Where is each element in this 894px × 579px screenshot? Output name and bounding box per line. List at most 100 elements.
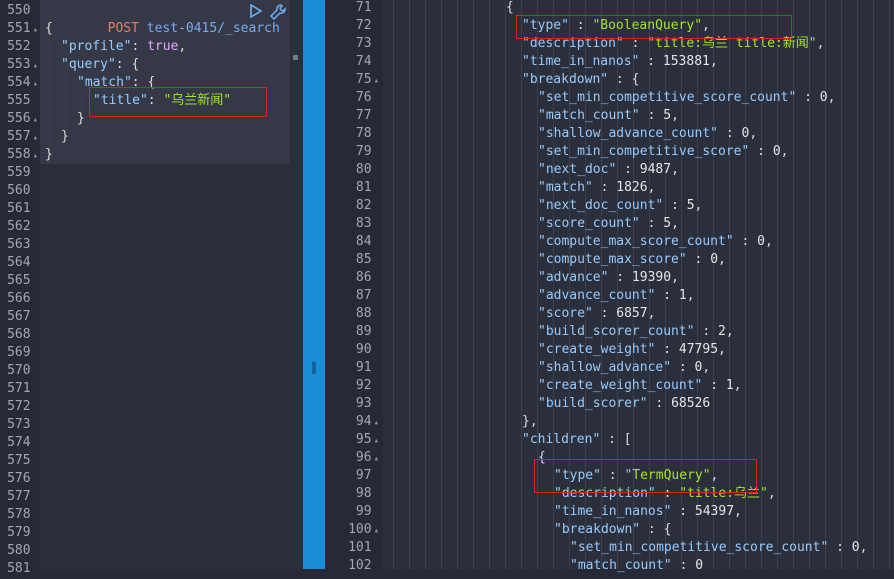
console-editor: 550 551 ▴ 552 553 ▴ 554 ▴ 555 556 ▴ 557 ▴ 558 ▴ 559 … xyxy=(0,0,894,576)
fold-toggle-icon[interactable]: ▴ xyxy=(33,133,38,143)
fold-toggle-icon[interactable]: ▴ xyxy=(33,25,38,35)
breakdown-entry: "compute_max_score" : 0, xyxy=(538,252,726,267)
fold-toggle-icon[interactable]: ▴ xyxy=(33,151,38,161)
child-breakdown-entry: "set_min_competitive_score_count" : 0, xyxy=(570,540,868,555)
request-code-area[interactable]: POST test-0415/_search { "profile": true… xyxy=(40,0,303,569)
fold-toggle-icon[interactable]: ▴ xyxy=(374,76,379,86)
wrench-icon[interactable] xyxy=(269,3,287,25)
line-number: 575 xyxy=(0,452,38,470)
fold-toggle-icon xyxy=(374,382,379,392)
fold-toggle-icon[interactable]: ▴ xyxy=(33,79,38,89)
line-number: 563 xyxy=(0,236,38,254)
fold-toggle-icon xyxy=(374,310,379,320)
fold-toggle-icon[interactable]: ▴ xyxy=(33,61,38,71)
fold-toggle-icon[interactable]: ▴ xyxy=(33,115,38,125)
request-line: POST test-0415/_search xyxy=(45,2,280,36)
pane-resize-divider[interactable]: ‖ xyxy=(303,0,325,569)
line-number: 552 xyxy=(0,38,38,56)
fold-toggle-icon xyxy=(33,97,38,107)
breakdown-entry: "create_weight_count" : 1, xyxy=(538,378,742,393)
fold-toggle-icon xyxy=(33,43,38,53)
response-line-gutter: 71 72 73 74 75 ▴ 76 77 78 79 80 81 82 83 8… xyxy=(325,0,383,573)
fold-toggle-icon[interactable]: ▴ xyxy=(374,454,379,464)
line-number: 84 xyxy=(325,233,379,251)
fold-toggle-icon[interactable]: ▴ xyxy=(374,436,379,446)
line-number: 564 xyxy=(0,254,38,272)
line-number: 574 xyxy=(0,434,38,452)
line-number: 550 xyxy=(0,2,38,20)
play-icon[interactable] xyxy=(250,3,263,22)
query-close-brace: } xyxy=(61,129,69,144)
breakdown-entry: "score_count" : 5, xyxy=(538,216,679,231)
highlight-box-title xyxy=(89,87,267,117)
breakdown-entry: "create_weight" : 47795, xyxy=(538,342,726,357)
breakdown-entry: "shallow_advance" : 0, xyxy=(538,360,711,375)
fold-toggle-icon xyxy=(374,328,379,338)
fold-toggle-icon xyxy=(33,565,38,575)
line-number: 568 xyxy=(0,326,38,344)
fold-toggle-icon xyxy=(374,148,379,158)
line-number: 91 xyxy=(325,359,379,377)
request-editor-pane[interactable]: 550 551 ▴ 552 553 ▴ 554 ▴ 555 556 ▴ 557 ▴ 558 ▴ 559 … xyxy=(0,0,303,576)
fold-toggle-icon xyxy=(33,187,38,197)
line-number: 96 ▴ xyxy=(355,450,379,465)
line-number: 561 xyxy=(0,200,38,218)
child-breakdown-line: "breakdown" : { xyxy=(554,522,672,537)
line-number: 572 xyxy=(0,398,38,416)
scroll-indicator[interactable] xyxy=(293,55,298,60)
line-number: 570 xyxy=(0,362,38,380)
fold-toggle-icon xyxy=(374,4,379,14)
breakdown-entry: "match" : 1826, xyxy=(538,180,656,195)
profile-key: "profile" xyxy=(61,39,132,54)
breakdown-entry: "match_count" : 5, xyxy=(538,108,679,123)
indent-guide xyxy=(81,92,82,110)
response-viewer-pane[interactable]: 71 72 73 74 75 ▴ 76 77 78 79 80 81 82 83 8… xyxy=(325,0,894,573)
line-number: 82 xyxy=(325,197,379,215)
line-number: 92 xyxy=(325,377,379,395)
fold-toggle-icon xyxy=(374,490,379,500)
line-number: 558 ▴ xyxy=(7,147,38,162)
breakdown-entry: "advance_count" : 1, xyxy=(538,288,695,303)
fold-toggle-icon xyxy=(33,403,38,413)
fold-toggle-icon xyxy=(374,400,379,410)
resize-grip-icon[interactable]: ‖ xyxy=(311,360,317,374)
fold-toggle-icon xyxy=(374,112,379,122)
line-number: 556 ▴ xyxy=(7,111,38,126)
json-close-brace: } xyxy=(45,147,53,162)
fold-toggle-icon xyxy=(374,544,379,554)
fold-toggle-icon xyxy=(33,313,38,323)
fold-toggle-icon xyxy=(33,241,38,251)
fold-toggle-icon xyxy=(33,295,38,305)
breakdown-entry: "build_scorer" : 68526 xyxy=(538,396,711,411)
breakdown-entry: "set_min_competitive_score" : 0, xyxy=(538,144,789,159)
fold-toggle-icon xyxy=(374,220,379,230)
fold-toggle-icon[interactable]: ▴ xyxy=(374,526,379,536)
json-open-brace: { xyxy=(506,0,514,15)
fold-toggle-icon xyxy=(374,22,379,32)
line-number: 101 xyxy=(325,539,379,557)
line-number: 88 xyxy=(325,305,379,323)
fold-toggle-icon[interactable]: ▴ xyxy=(374,418,379,428)
line-number: 579 xyxy=(0,524,38,542)
line-number: 571 xyxy=(0,380,38,398)
line-number: 557 ▴ xyxy=(7,129,38,144)
indent-guide xyxy=(49,38,50,146)
fold-toggle-icon xyxy=(33,7,38,17)
line-number: 83 xyxy=(325,215,379,233)
breakdown-entry: "build_scorer_count" : 2, xyxy=(538,324,734,339)
line-number: 89 xyxy=(325,323,379,341)
line-number: 578 xyxy=(0,506,38,524)
line-number: 93 xyxy=(325,395,379,413)
line-number: 94 ▴ xyxy=(355,414,379,429)
fold-toggle-icon xyxy=(33,385,38,395)
line-number: 85 xyxy=(325,251,379,269)
fold-toggle-icon xyxy=(33,475,38,485)
response-code-area[interactable]: {"type" : "BooleanQuery", "description" :… xyxy=(383,0,894,573)
fold-toggle-icon xyxy=(374,202,379,212)
fold-toggle-icon xyxy=(33,547,38,557)
line-number: 562 xyxy=(0,218,38,236)
line-number: 71 xyxy=(325,0,379,17)
line-number: 100 ▴ xyxy=(348,522,379,537)
line-number: 569 xyxy=(0,344,38,362)
line-number: 567 xyxy=(0,308,38,326)
